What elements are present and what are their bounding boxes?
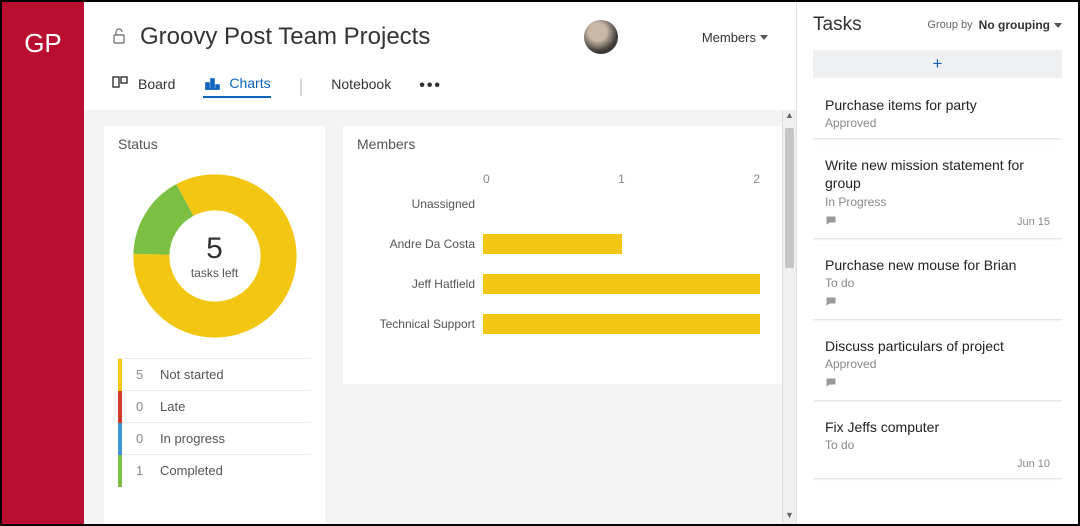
status-legend: 5 Not started 0 Late 0 In progress 1 Completed — [118, 358, 311, 486]
donut-label: tasks left — [191, 266, 238, 280]
legend-row: 0 In progress — [118, 422, 311, 454]
task-card[interactable]: Discuss particulars of project Approved — [813, 327, 1062, 400]
members-dropdown-label: Members — [702, 30, 756, 45]
legend-swatch — [118, 391, 122, 423]
legend-count: 5 — [136, 367, 146, 382]
members-card-title: Members — [357, 136, 772, 152]
charts-icon — [203, 74, 221, 92]
task-date: Jun 15 — [1017, 216, 1050, 228]
task-status: To do — [825, 438, 1050, 452]
legend-row: 1 Completed — [118, 454, 311, 486]
legend-label: Late — [160, 399, 185, 414]
members-dropdown[interactable]: Members — [702, 30, 768, 45]
bar — [483, 274, 760, 294]
tick-0: 0 — [483, 172, 490, 186]
legend-count: 1 — [136, 463, 146, 478]
task-status: In Progress — [825, 195, 1050, 209]
content-scrollbar[interactable]: ▲ ▼ — [782, 110, 796, 524]
task-card[interactable]: Fix Jeffs computer To do Jun 10 — [813, 408, 1062, 478]
lock-icon — [112, 28, 126, 47]
task-title: Discuss particulars of project — [825, 337, 1050, 355]
plus-icon: + — [933, 54, 943, 74]
task-status: To do — [825, 276, 1050, 290]
tabs: Board Charts | Notebook ••• — [112, 64, 768, 110]
members-card: Members Unassigned Andre Da Costa Jeff Hat… — [343, 126, 786, 384]
task-card[interactable]: Write new mission statement for group In … — [813, 146, 1062, 237]
app-logo: GP — [2, 2, 84, 59]
tab-board-label: Board — [138, 76, 175, 92]
task-status: Approved — [825, 357, 1050, 371]
legend-swatch — [118, 423, 122, 455]
legend-label: Completed — [160, 463, 223, 478]
comment-icon — [825, 296, 837, 311]
task-title: Purchase new mouse for Brian — [825, 256, 1050, 274]
task-card[interactable]: Purchase items for party Approved — [813, 86, 1062, 138]
group-by-value: No grouping — [979, 18, 1050, 32]
add-task-button[interactable]: + — [813, 50, 1062, 78]
task-list: Purchase items for party Approved Write ne… — [813, 86, 1062, 524]
page-title: Groovy Post Team Projects — [140, 23, 570, 51]
tasks-panel-title: Tasks — [813, 14, 862, 36]
legend-swatch — [118, 455, 122, 487]
legend-count: 0 — [136, 431, 146, 446]
status-card-title: Status — [118, 136, 311, 152]
group-by-label: Group by — [927, 19, 972, 31]
caret-down-icon — [1054, 23, 1062, 28]
scroll-thumb[interactable] — [785, 128, 794, 268]
bar-label: Andre Da Costa — [390, 234, 475, 254]
charts-content: Status 5 tasks left 5 Not started 0 Late 0 In… — [84, 110, 796, 524]
status-donut: 5 tasks left — [131, 172, 299, 340]
main-area: Groovy Post Team Projects Members Board — [84, 2, 796, 524]
bar-label: Technical Support — [380, 314, 475, 334]
status-card: Status 5 tasks left 5 Not started 0 Late 0 In… — [104, 126, 325, 524]
tab-charts-label: Charts — [229, 75, 270, 91]
legend-count: 0 — [136, 399, 146, 414]
legend-row: 5 Not started — [118, 358, 311, 390]
tab-notebook[interactable]: Notebook — [331, 76, 391, 96]
tab-notebook-label: Notebook — [331, 76, 391, 92]
comment-icon — [825, 377, 837, 392]
app-sidebar: GP — [2, 2, 84, 524]
tick-2: 2 — [753, 172, 760, 186]
scroll-up-icon[interactable]: ▲ — [783, 110, 796, 124]
bar-label: Unassigned — [412, 194, 475, 214]
task-date: Jun 10 — [1017, 458, 1050, 470]
avatar[interactable] — [584, 20, 618, 54]
tab-board[interactable]: Board — [112, 75, 175, 97]
task-title: Purchase items for party — [825, 96, 1050, 114]
tick-1: 1 — [618, 172, 625, 186]
donut-value: 5 — [191, 232, 238, 266]
bar — [483, 314, 760, 334]
legend-row: 0 Late — [118, 390, 311, 422]
tasks-panel: Tasks Group by No grouping + Purchase it… — [796, 2, 1078, 524]
bar-plot: 0 1 2 — [475, 172, 760, 334]
scroll-down-icon[interactable]: ▼ — [783, 510, 796, 524]
tab-separator: | — [299, 76, 304, 97]
board-icon — [112, 75, 130, 93]
legend-label: In progress — [160, 431, 225, 446]
bar-label: Jeff Hatfield — [412, 274, 475, 294]
task-status: Approved — [825, 116, 1050, 130]
more-menu[interactable]: ••• — [419, 77, 442, 95]
tab-charts[interactable]: Charts — [203, 74, 270, 98]
task-title: Fix Jeffs computer — [825, 418, 1050, 436]
header: Groovy Post Team Projects Members Board — [84, 2, 796, 110]
legend-swatch — [118, 359, 122, 391]
task-card[interactable]: Purchase new mouse for Brian To do — [813, 246, 1062, 319]
legend-label: Not started — [160, 367, 224, 382]
group-by-dropdown[interactable]: Group by No grouping — [927, 18, 1062, 32]
caret-down-icon — [760, 35, 768, 40]
bar — [483, 234, 622, 254]
comment-icon — [825, 215, 837, 230]
bar-labels: Unassigned Andre Da Costa Jeff Hatfield Tec… — [357, 172, 475, 334]
task-title: Write new mission statement for group — [825, 156, 1050, 192]
